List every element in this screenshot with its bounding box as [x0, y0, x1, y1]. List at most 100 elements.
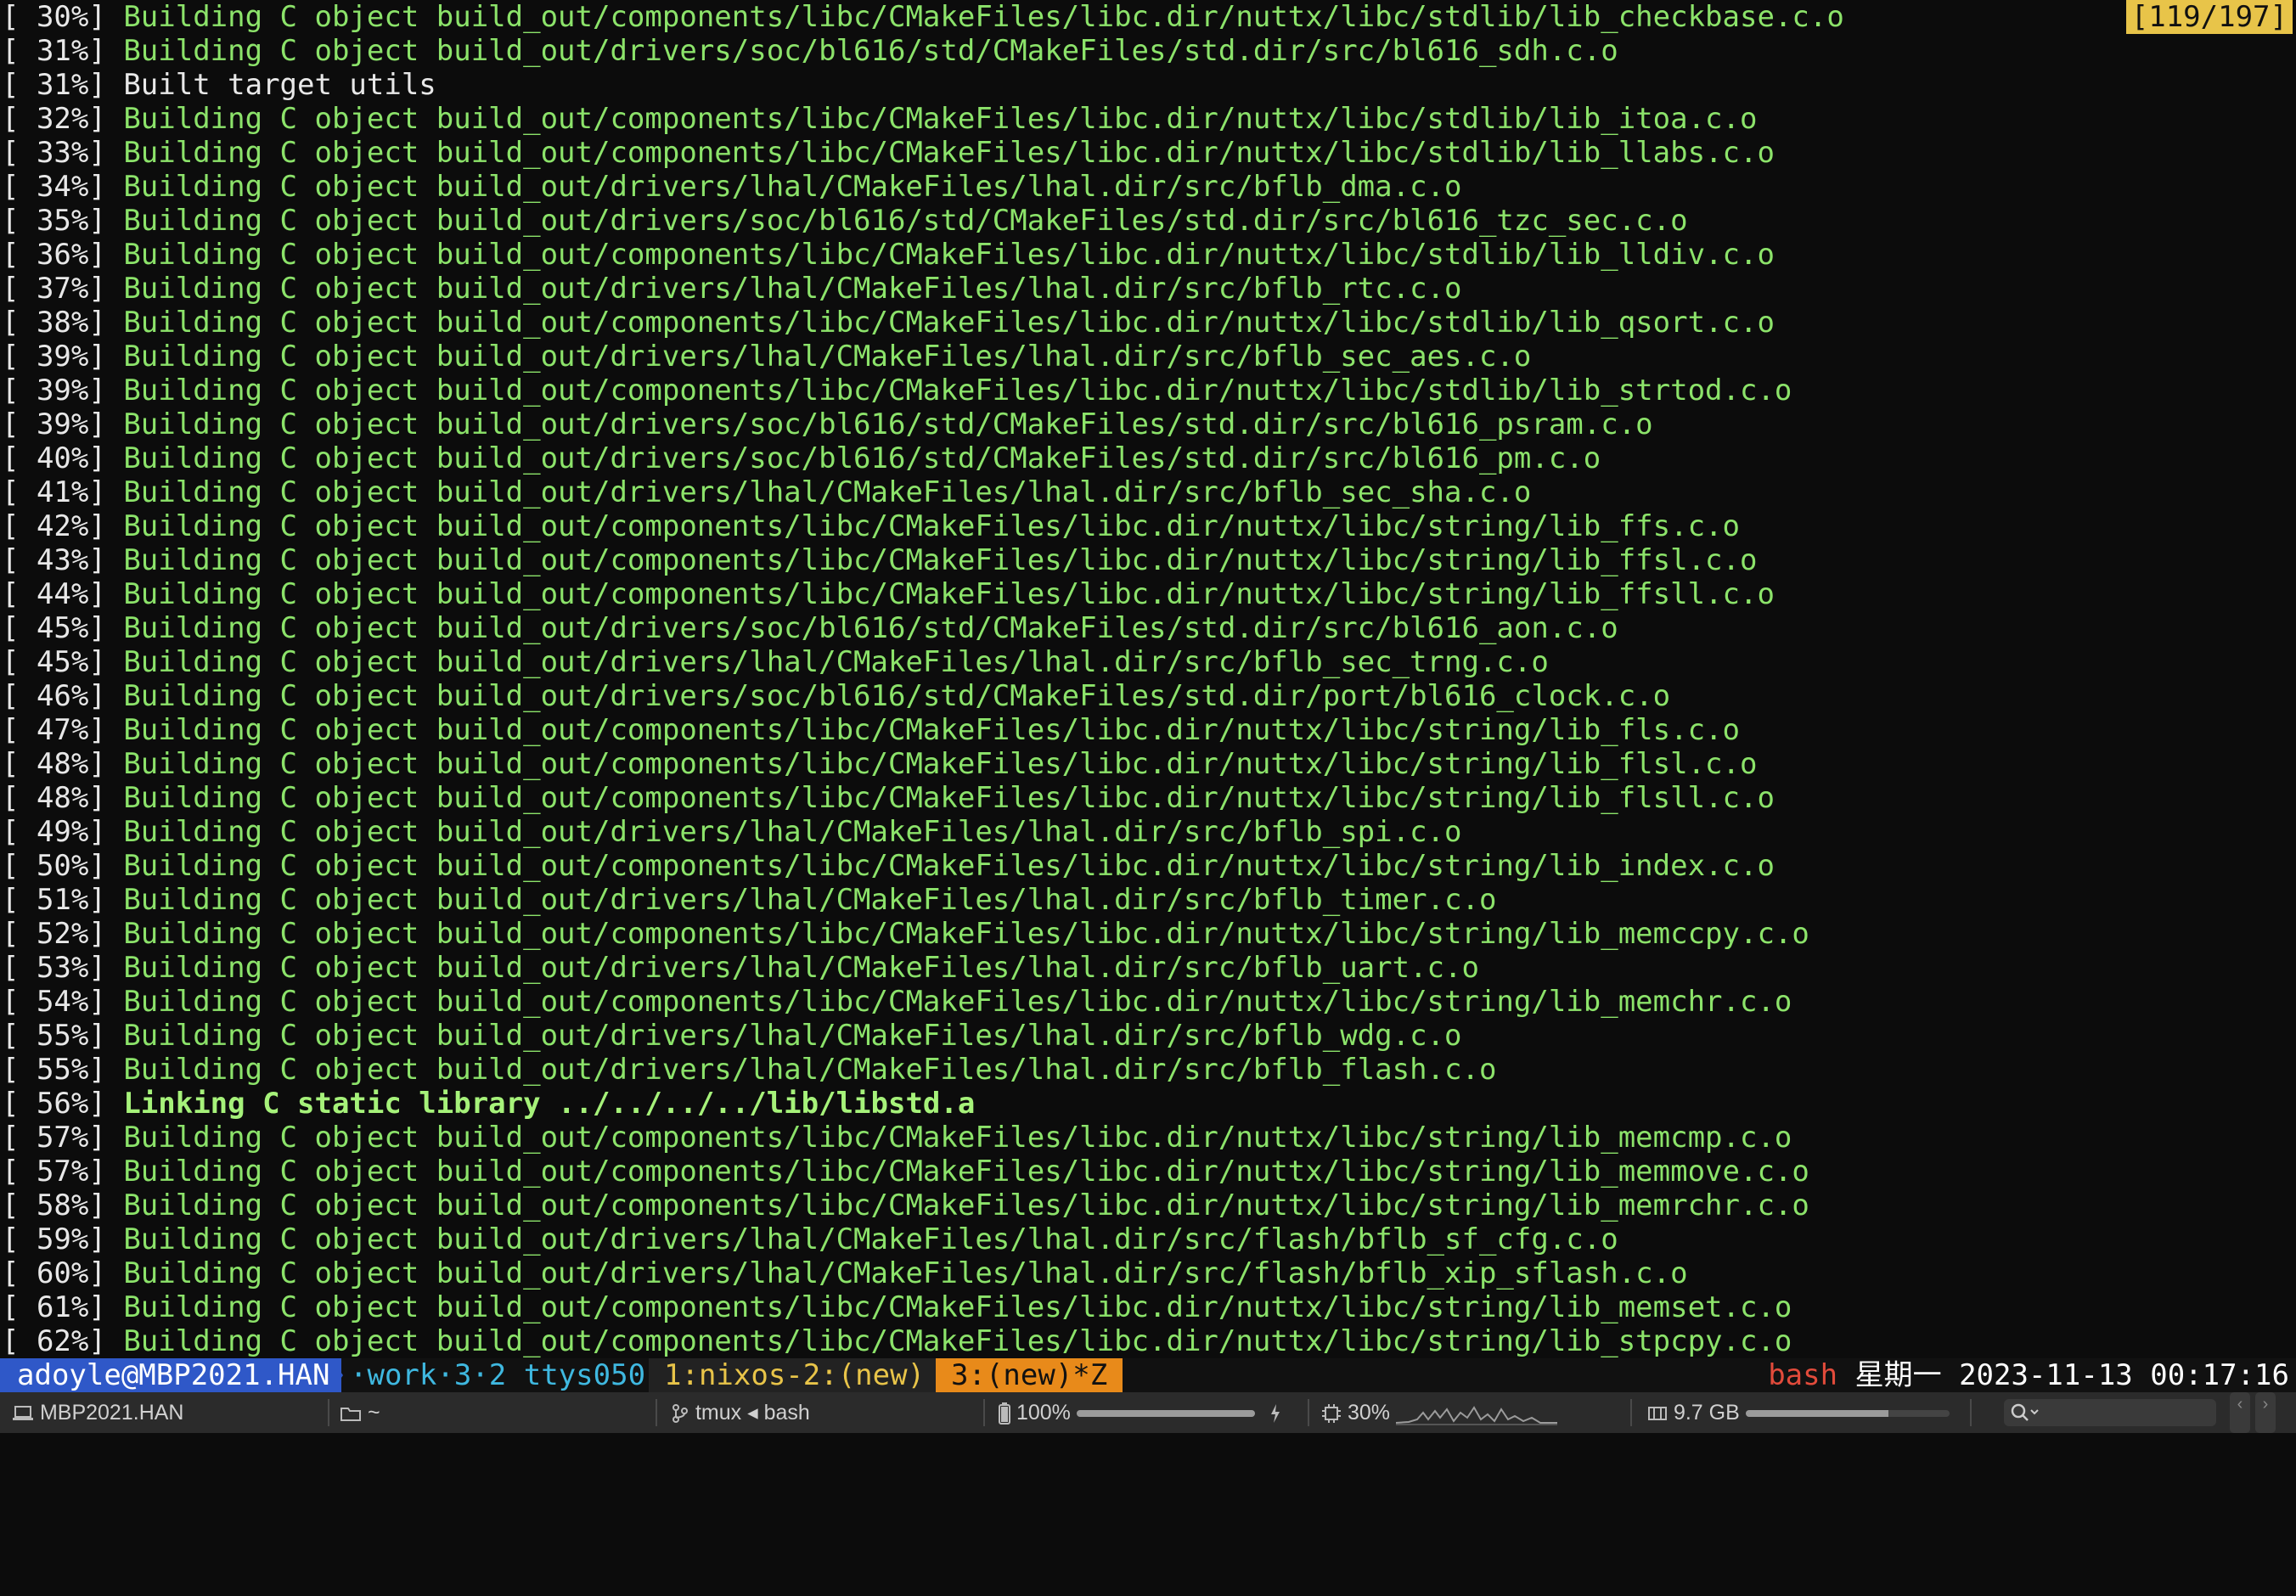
build-message: Building C object build_out/drivers/lhal…	[123, 1222, 1618, 1256]
tmux-session-info: ·work·3·2 ttys050	[343, 1358, 653, 1392]
terminal-line: [ 62%] Building C object build_out/compo…	[2, 1324, 1792, 1358]
terminal-line: [ 55%] Building C object build_out/drive…	[2, 1053, 1496, 1087]
build-message: Building C object build_out/components/l…	[123, 543, 1758, 577]
battery-bar-fill	[1076, 1410, 1255, 1418]
divider	[328, 1399, 329, 1426]
host-item[interactable]: MBP2021.HAN	[12, 1392, 183, 1433]
terminal-line: [ 50%] Building C object build_out/compo…	[2, 849, 1775, 883]
memory-icon	[1648, 1407, 1667, 1421]
tmux-window-3-active[interactable]: 3:(new)*Z	[936, 1358, 1123, 1392]
terminal-line: [ 52%] Building C object build_out/compo…	[2, 917, 1809, 951]
terminal-line: [ 54%] Building C object build_out/compo…	[2, 985, 1792, 1019]
bolt-icon	[1270, 1404, 1280, 1424]
memory-label: 9.7 GB	[1673, 1401, 1740, 1425]
search-field[interactable]	[2004, 1399, 2216, 1426]
build-message: Building C object build_out/components/l…	[123, 1121, 1792, 1155]
tmux-right-status: bash 星期一 2023-11-13 00:17:16	[1768, 1358, 2289, 1392]
build-message: Building C object build_out/components/l…	[123, 917, 1809, 951]
build-message: Building C object build_out/drivers/lhal…	[123, 340, 1532, 374]
build-message: Building C object build_out/components/l…	[123, 849, 1775, 883]
progress-percent: [ 56%]	[2, 1087, 106, 1121]
build-message: Building C object build_out/drivers/soc/…	[123, 679, 1671, 713]
build-message: Building C object build_out/components/l…	[123, 509, 1740, 543]
progress-percent: [ 42%]	[2, 509, 106, 543]
folder-icon	[340, 1408, 361, 1422]
terminal-line: [ 46%] Building C object build_out/drive…	[2, 679, 1670, 713]
build-message: Building C object build_out/drivers/lhal…	[123, 645, 1549, 679]
weekday: 星期一	[1854, 1358, 1942, 1392]
divider	[1308, 1399, 1309, 1426]
memory-item: 9.7 GB	[1647, 1392, 1950, 1433]
tmux-session-name[interactable]: adoyle@MBP2021.HAN	[0, 1358, 342, 1392]
tmux-window-1[interactable]: 1:nixos-2:(new)	[649, 1358, 941, 1392]
terminal-line: [ 31%] Built target utils	[2, 68, 436, 102]
progress-percent: [ 57%]	[2, 1121, 106, 1155]
terminal-line: [ 39%] Building C object build_out/drive…	[2, 407, 1653, 441]
terminal-line: [ 43%] Building C object build_out/compo…	[2, 543, 1757, 577]
terminal-line: [ 40%] Building C object build_out/drive…	[2, 441, 1601, 475]
folder-label: ~	[367, 1401, 380, 1425]
build-message: Building C object build_out/components/l…	[123, 985, 1792, 1019]
host-label: MBP2021.HAN	[39, 1401, 184, 1425]
divider	[1970, 1399, 1972, 1426]
build-message: Building C object build_out/drivers/lhal…	[123, 951, 1479, 985]
terminal-line: [ 41%] Building C object build_out/drive…	[2, 475, 1531, 509]
build-message: Building C object build_out/components/l…	[123, 374, 1792, 407]
progress-percent: [ 44%]	[2, 577, 106, 611]
folder-item[interactable]: ~	[340, 1392, 380, 1433]
build-message: Building C object build_out/components/l…	[123, 238, 1775, 272]
terminal-line: [ 59%] Building C object build_out/drive…	[2, 1222, 1618, 1256]
build-message: Building C object build_out/drivers/lhal…	[123, 1256, 1688, 1290]
progress-percent: [ 57%]	[2, 1155, 106, 1189]
progress-percent: [ 55%]	[2, 1019, 106, 1053]
back-button[interactable]: ‹	[2230, 1392, 2250, 1433]
progress-percent: [ 50%]	[2, 849, 106, 883]
terminal-line: [ 34%] Building C object build_out/drive…	[2, 170, 1461, 204]
build-message: Building C object build_out/components/l…	[123, 1189, 1809, 1222]
build-message: Building C object build_out/components/l…	[123, 577, 1775, 611]
terminal-line: [ 39%] Building C object build_out/drive…	[2, 340, 1531, 374]
scroll-position-indicator: [119/197]	[2125, 0, 2293, 34]
build-message: Building C object build_out/drivers/soc/…	[123, 204, 1688, 238]
shell-name: bash	[1768, 1358, 1838, 1392]
cpu-label: 30%	[1347, 1401, 1390, 1425]
battery-item: 100%	[999, 1392, 1281, 1433]
build-message: Building C object build_out/components/l…	[123, 1290, 1792, 1324]
forward-button[interactable]: ›	[2255, 1392, 2276, 1433]
progress-percent: [ 39%]	[2, 407, 106, 441]
progress-percent: [ 46%]	[2, 679, 106, 713]
progress-percent: [ 43%]	[2, 543, 106, 577]
progress-percent: [ 38%]	[2, 306, 106, 340]
build-message: Building C object build_out/drivers/lhal…	[123, 883, 1497, 917]
terminal-line: [ 32%] Building C object build_out/compo…	[2, 102, 1757, 136]
build-message: Building C object build_out/components/l…	[123, 102, 1758, 136]
progress-percent: [ 47%]	[2, 713, 106, 747]
build-message: Building C object build_out/drivers/soc/…	[123, 611, 1618, 645]
terminal-line: [ 37%] Building C object build_out/drive…	[2, 272, 1461, 306]
cpu-sparkline	[1395, 1406, 1557, 1426]
progress-percent: [ 40%]	[2, 441, 106, 475]
progress-percent: [ 54%]	[2, 985, 106, 1019]
progress-percent: [ 52%]	[2, 917, 106, 951]
build-message: Building C object build_out/components/l…	[123, 1324, 1792, 1358]
terminal-output[interactable]: [ 30%] Building C object build_out/compo…	[0, 0, 2296, 1358]
terminal-line: [ 44%] Building C object build_out/compo…	[2, 577, 1775, 611]
build-message: Building C object build_out/components/l…	[123, 747, 1758, 781]
terminal-line: [ 31%] Building C object build_out/drive…	[2, 34, 1618, 68]
cpu-icon	[1322, 1404, 1341, 1424]
battery-bar	[1076, 1410, 1255, 1418]
divider	[1630, 1399, 1632, 1426]
terminal-line: [ 51%] Building C object build_out/drive…	[2, 883, 1496, 917]
progress-percent: [ 35%]	[2, 204, 106, 238]
divider	[656, 1399, 657, 1426]
datetime: 2023-11-13 00:17:16	[1959, 1358, 2289, 1392]
tty-label: ttys050	[523, 1358, 646, 1392]
terminal-line: [ 35%] Building C object build_out/drive…	[2, 204, 1688, 238]
build-message: Building C object build_out/components/l…	[123, 0, 1844, 34]
battery-label: 100%	[1016, 1401, 1071, 1425]
system-status-strip: MBP2021.HAN ~ tmux ◂ bash 100% 30% 9.7 G…	[0, 1392, 2296, 1433]
tmux-session-item[interactable]: tmux ◂ bash	[671, 1392, 810, 1433]
terminal-line: [ 60%] Building C object build_out/drive…	[2, 1256, 1688, 1290]
work-prefix: ·	[350, 1358, 368, 1392]
terminal-line: [ 57%] Building C object build_out/compo…	[2, 1121, 1792, 1155]
